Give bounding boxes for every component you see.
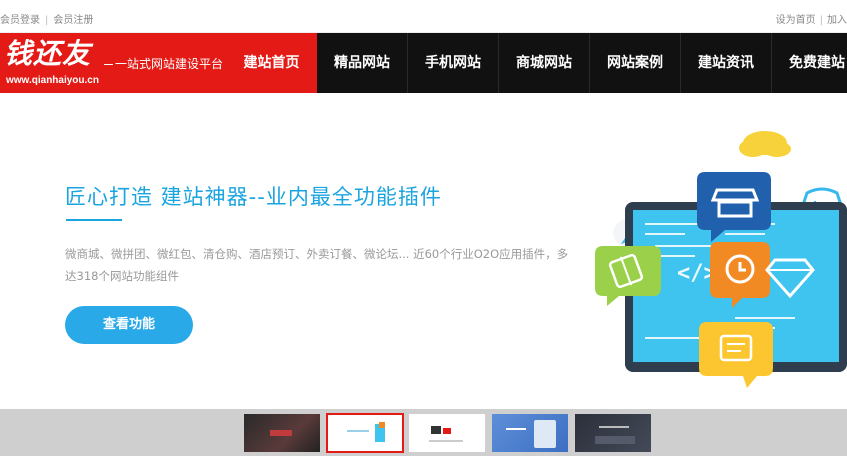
banner-thumbnail-4[interactable]	[492, 414, 568, 452]
hero-banner: 匠心打造 建站神器--业内最全功能插件 微商城、微拼团、微红包、清仓购、酒店预订…	[0, 93, 847, 409]
nav-item-free-build[interactable]: 免费建站	[772, 33, 847, 93]
set-homepage-link[interactable]: 设为首页	[776, 15, 816, 26]
nav-item-home[interactable]: 建站首页	[226, 33, 317, 93]
plugins-illustration: </>	[595, 131, 847, 388]
site-header: 钱还友 www.qianhaiyou.cn 一站式网站建设平台 建站首页 精品网…	[0, 33, 847, 93]
thumbnail-accent	[270, 430, 292, 436]
divider: |	[819, 15, 823, 26]
cloud-icon	[739, 131, 791, 157]
hero-description: 微商城、微拼团、微红包、清仓购、酒店预订、外卖订餐、微论坛... 近60个行业O…	[65, 247, 569, 283]
main-nav: 建站首页 精品网站 手机网站 商城网站 网站案例 建站资讯 免费建站	[226, 33, 847, 93]
thumbnail-accent	[379, 422, 385, 428]
hero-title: 匠心打造 建站神器--业内最全功能插件	[65, 185, 442, 209]
thumbnail-accent	[534, 420, 556, 448]
add-favorite-link[interactable]: 加入	[827, 15, 847, 26]
logo-brand-text: 钱还友	[4, 37, 92, 70]
banner-thumbnail-5[interactable]	[575, 414, 651, 452]
nav-item-cases[interactable]: 网站案例	[590, 33, 681, 93]
nav-item-shop-sites[interactable]: 商城网站	[499, 33, 590, 93]
thumbnail-accent	[595, 436, 635, 444]
divider: |	[45, 15, 49, 26]
banner-thumbnail-1[interactable]	[244, 414, 320, 452]
member-login-link[interactable]: 会员登录	[0, 15, 40, 26]
thumbnail-accent	[431, 426, 441, 434]
top-utility-bar: 会员登录 | 会员注册 设为首页 | 加入	[0, 0, 847, 33]
logo-slogan: 一站式网站建设平台	[104, 55, 223, 72]
nav-item-news[interactable]: 建站资讯	[681, 33, 772, 93]
site-links: 设为首页 | 加入	[776, 11, 847, 26]
thumbnail-accent	[347, 430, 369, 432]
thumbnail-accent	[599, 426, 629, 428]
site-logo[interactable]: 钱还友 www.qianhaiyou.cn 一站式网站建设平台	[0, 33, 226, 93]
chat-icon	[699, 322, 773, 388]
logo-domain: www.qianhaiyou.cn	[6, 75, 99, 86]
member-register-link[interactable]: 会员注册	[53, 15, 93, 26]
banner-thumbnail-3[interactable]	[409, 414, 485, 452]
banner-thumbnail-2[interactable]	[326, 413, 404, 453]
view-features-button[interactable]: 查看功能	[65, 306, 193, 344]
thumbnail-accent	[429, 440, 463, 442]
nav-item-mobile-sites[interactable]: 手机网站	[408, 33, 499, 93]
thumbnail-accent	[443, 428, 451, 434]
banner-thumbnail-strip	[0, 409, 847, 456]
thumbnail-accent	[506, 428, 526, 430]
title-underline	[66, 219, 122, 221]
nav-item-premium-sites[interactable]: 精品网站	[317, 33, 408, 93]
member-links: 会员登录 | 会员注册	[0, 11, 93, 26]
